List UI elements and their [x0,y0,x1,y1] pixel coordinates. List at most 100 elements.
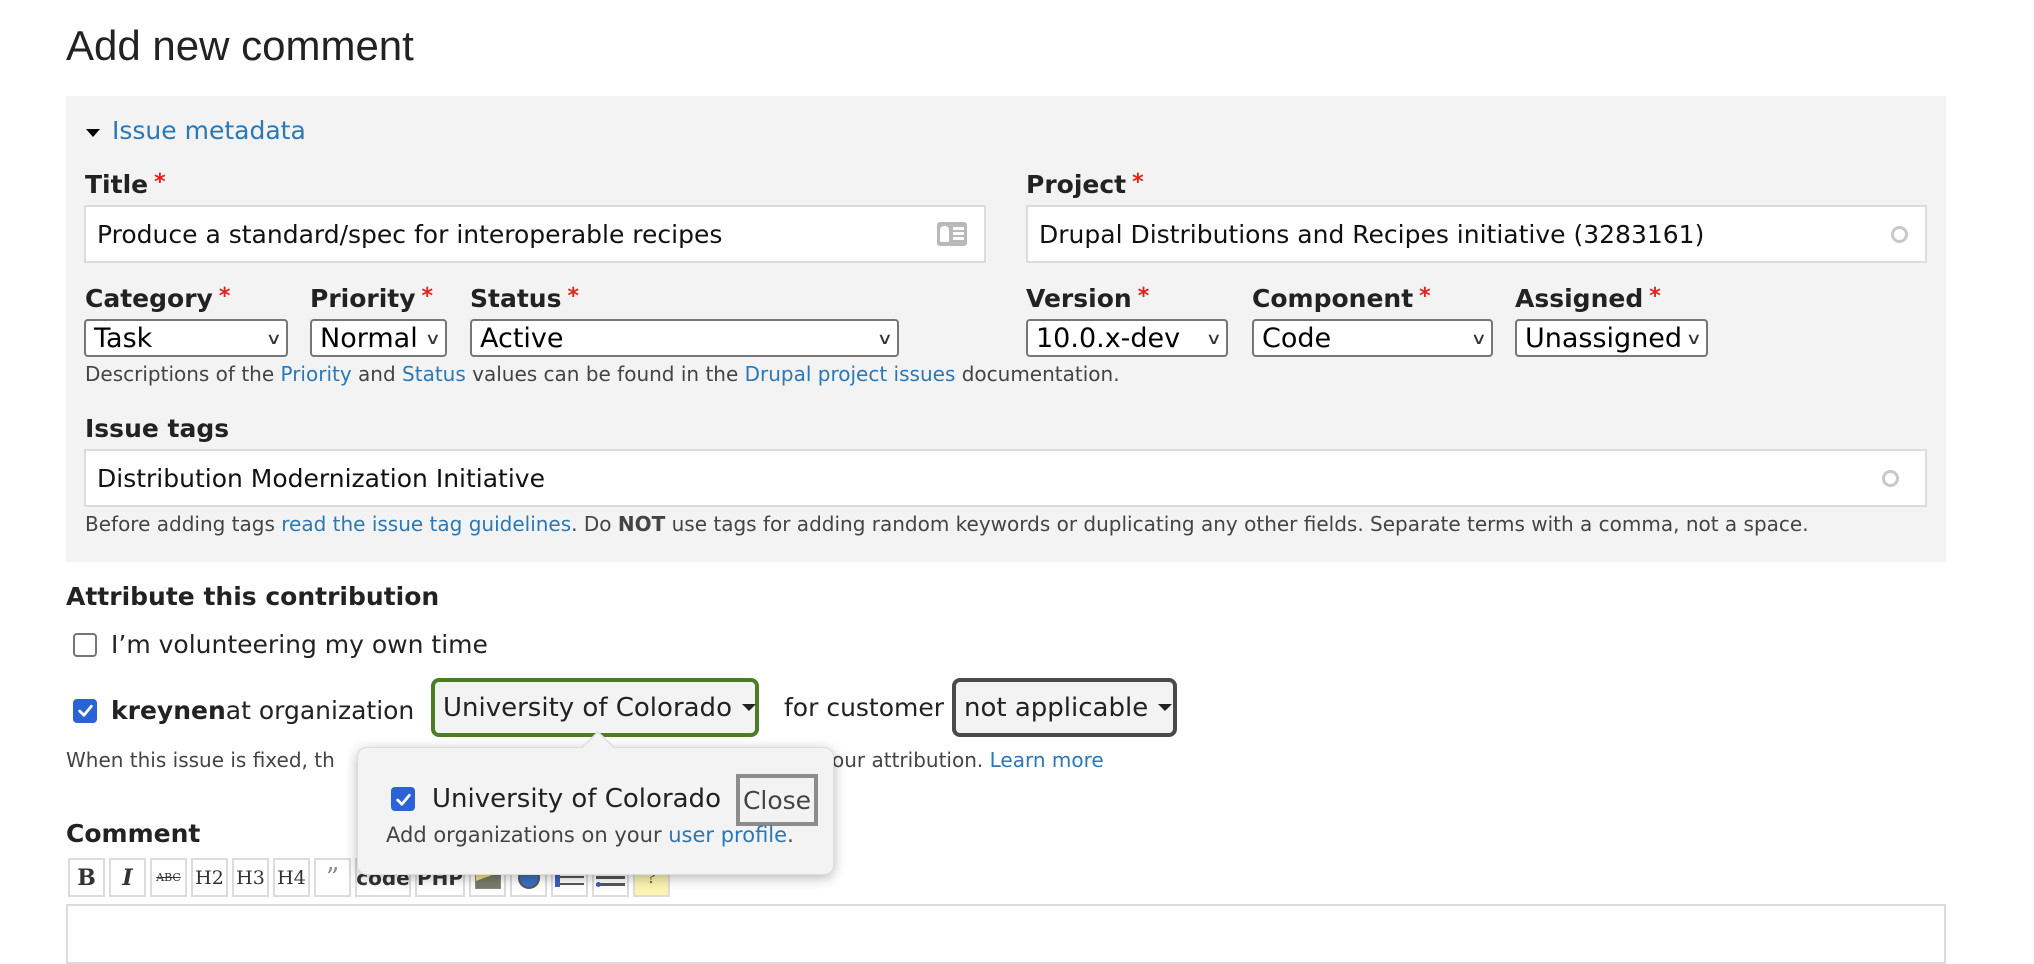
issue-tags-help-text: Before adding tags read the issue tag gu… [85,512,1809,536]
required-marker: * [421,284,434,309]
organization-dropdown[interactable]: University of Colorado [431,678,759,737]
attribution-note-start: When this issue is fixed, th [66,748,335,772]
status-label-text: Status [470,284,562,313]
volunteer-row: I’m volunteering my own time [73,630,488,659]
caret-down-icon [1158,704,1173,711]
popover-organization-checkbox[interactable] [391,787,415,811]
project-input-value: Drupal Distributions and Recipes initiat… [1039,219,1705,249]
component-select-value: Code [1262,322,1332,354]
checkmark-icon [395,793,411,806]
required-marker: * [218,284,231,309]
descriptions-help-text: Descriptions of the Priority and Status … [85,362,1120,386]
issue-tags-input-value: Distribution Modernization Initiative [97,463,545,493]
popover-arrow-fill [582,733,614,749]
component-select[interactable]: Code ∨ [1252,319,1493,357]
priority-label: Priority * [310,284,433,313]
h2-button[interactable]: H2 [191,858,228,897]
status-select-value: Active [480,322,564,354]
drupal-project-issues-link[interactable]: Drupal project issues [745,362,956,386]
project-input[interactable]: Drupal Distributions and Recipes initiat… [1026,205,1927,263]
popover-organization-option: University of Colorado [391,784,721,814]
volunteer-label: I’m volunteering my own time [111,630,488,659]
page-title: Add new comment [66,22,414,69]
title-label-text: Title [85,170,149,199]
issue-tags-label: Issue tags [85,414,230,443]
comment-textarea[interactable] [66,904,1946,964]
issue-metadata-toggle[interactable]: Issue metadata [86,116,306,145]
bold-icon: B [77,864,96,891]
category-label-text: Category [85,284,213,313]
h4-button[interactable]: H4 [273,858,310,897]
chevron-down-icon: ∨ [265,328,283,348]
assigned-label: Assigned * [1515,284,1661,313]
status-select[interactable]: Active ∨ [470,319,899,357]
user-profile-link[interactable]: user profile [668,823,787,847]
italic-icon: I [122,864,133,891]
strikethrough-button[interactable]: ABC [150,858,187,897]
required-marker: * [1649,284,1661,309]
status-link[interactable]: Status [402,362,466,386]
contact-card-icon [937,222,967,246]
issue-tags-input[interactable]: Distribution Modernization Initiative [84,449,1927,507]
customer-dropdown[interactable]: not applicable [952,678,1177,737]
version-label: Version * [1026,284,1149,313]
h3-icon: H3 [236,866,265,889]
popover-close-button[interactable]: Close [736,774,818,826]
required-marker: * [1137,284,1150,309]
strikethrough-icon: ABC [156,871,181,884]
attribution-heading: Attribute this contribution [66,582,440,611]
help-text-segment: Descriptions of the [85,362,281,386]
attribution-note-end: our attribution. Learn more [832,748,1104,772]
priority-select[interactable]: Normal ∨ [310,319,447,357]
priority-link[interactable]: Priority [281,362,352,386]
assigned-select[interactable]: Unassigned ∨ [1515,319,1708,357]
component-label: Component * [1252,284,1431,313]
help-text-segment: values can be found in the [465,362,745,386]
popover-help-text: Add organizations on your user profile. [386,823,794,847]
attribution-note-text: our attribution. [832,748,990,772]
comment-label: Comment [66,819,201,848]
version-label-text: Version [1026,284,1132,313]
category-label: Category * [85,284,230,313]
volunteer-checkbox[interactable] [73,632,97,657]
priority-select-value: Normal [320,322,418,354]
project-label-text: Project [1026,170,1127,199]
popover-organization-label: University of Colorado [432,784,721,814]
quote-button[interactable]: ” [314,858,351,897]
category-select[interactable]: Task ∨ [84,319,288,357]
bold-button[interactable]: B [68,858,105,897]
organization-dropdown-value: University of Colorado [443,692,732,723]
user-attribution-checkbox[interactable] [73,698,97,723]
chevron-down-icon: ∨ [1685,328,1703,348]
version-select[interactable]: 10.0.x-dev ∨ [1026,319,1228,357]
italic-button[interactable]: I [109,858,146,897]
help-text-segment: . [787,823,794,847]
h2-icon: H2 [195,866,224,889]
user-attribution-row: kreynen at organization [73,696,414,725]
title-input[interactable]: Produce a standard/spec for interoperabl… [84,205,986,263]
help-text-segment: and [351,362,403,386]
help-text-segment: documentation. [955,362,1120,386]
chevron-down-icon: ∨ [876,328,894,348]
issue-metadata-label: Issue metadata [112,116,306,145]
title-label: Title * [85,170,166,199]
chevron-down-icon: ∨ [1205,328,1223,348]
chevron-down-icon: ∨ [424,328,442,348]
collapse-triangle-icon [86,128,100,137]
project-label: Project * [1026,170,1144,199]
for-customer-text: for customer [784,693,945,722]
customer-dropdown-value: not applicable [964,692,1149,723]
username: kreynen [111,696,226,725]
h3-button[interactable]: H3 [232,858,269,897]
version-select-value: 10.0.x-dev [1036,322,1181,354]
at-organization-text: at organization [225,696,415,725]
learn-more-link[interactable]: Learn more [990,748,1104,772]
help-text-segment: Before adding tags [85,512,282,536]
assigned-label-text: Assigned [1515,284,1644,313]
chevron-down-icon: ∨ [1470,328,1488,348]
issue-tag-guidelines-link[interactable]: read the issue tag guidelines [281,512,571,536]
status-label: Status * [470,284,579,313]
h4-icon: H4 [277,866,306,889]
quote-bubble-icon: ” [325,862,340,893]
required-marker: * [154,170,166,195]
